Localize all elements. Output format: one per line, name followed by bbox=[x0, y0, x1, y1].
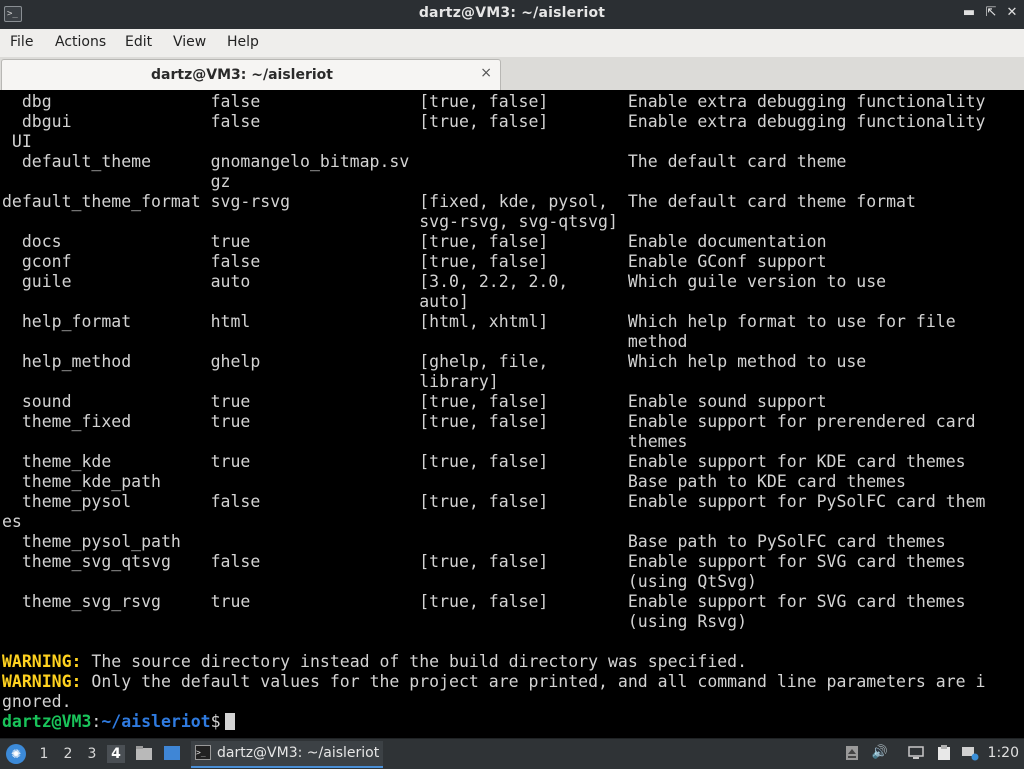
clock[interactable]: 1:20 bbox=[988, 745, 1019, 761]
workspace-3[interactable]: 3 bbox=[83, 745, 101, 763]
terminal-line: (using Rsvg) bbox=[2, 612, 748, 631]
terminal-line: default_theme_format svg-rsvg [fixed, kd… bbox=[2, 192, 916, 211]
terminal-line: theme_svg_qtsvg false [true, false] Enab… bbox=[2, 552, 966, 571]
restore-icon[interactable]: ⇱ bbox=[982, 4, 1000, 22]
close-window-icon[interactable]: ✕ bbox=[1003, 4, 1021, 22]
terminal-line: gz bbox=[2, 172, 231, 191]
terminal-line: theme_svg_rsvg true [true, false] Enable… bbox=[2, 592, 966, 611]
tab-bar: dartz@VM3: ~/aisleriot × bbox=[0, 57, 1024, 90]
warning-label: WARNING: bbox=[2, 652, 82, 671]
tab-label: dartz@VM3: ~/aisleriot bbox=[151, 67, 333, 83]
terminal-line: theme_kde_path Base path to KDE card the… bbox=[2, 472, 906, 491]
menu-actions[interactable]: Actions bbox=[55, 34, 106, 50]
menu-view[interactable]: View bbox=[173, 34, 206, 50]
terminal-line: sound true [true, false] Enable sound su… bbox=[2, 392, 827, 411]
menu-bar: File Actions Edit View Help bbox=[0, 29, 1024, 58]
terminal-line: dbgui false [true, false] Enable extra d… bbox=[2, 112, 986, 131]
warning-text: Only the default values for the project … bbox=[81, 672, 986, 691]
terminal-tab[interactable]: dartz@VM3: ~/aisleriot × bbox=[1, 59, 501, 90]
terminal-line: gconf false [true, false] Enable GConf s… bbox=[2, 252, 827, 271]
show-desktop-icon[interactable] bbox=[163, 745, 181, 761]
terminal-line: theme_kde true [true, false] Enable supp… bbox=[2, 452, 966, 471]
minimize-icon[interactable]: ▬ bbox=[960, 4, 978, 22]
workspace-4[interactable]: 4 bbox=[107, 745, 125, 763]
menu-help[interactable]: Help bbox=[227, 34, 259, 50]
warning-continuation: gnored. bbox=[2, 692, 72, 711]
update-notifier-icon[interactable] bbox=[961, 745, 979, 761]
warning-line: WARNING: Only the default values for the… bbox=[2, 672, 985, 692]
network-icon[interactable] bbox=[907, 745, 925, 761]
volume-icon[interactable]: 🔊 bbox=[871, 745, 889, 761]
prompt-path: ~/aisleriot bbox=[101, 712, 211, 731]
terminal-line: help_method ghelp [ghelp, file, Which he… bbox=[2, 352, 867, 371]
terminal-line: method bbox=[2, 332, 688, 351]
terminal-line: auto] bbox=[2, 292, 469, 311]
start-menu-icon[interactable]: ✺ bbox=[6, 744, 26, 764]
tab-close-icon[interactable]: × bbox=[480, 65, 492, 81]
terminal-line: theme_fixed true [true, false] Enable su… bbox=[2, 412, 976, 431]
menu-edit[interactable]: Edit bbox=[125, 34, 152, 50]
terminal-output[interactable]: dbg false [true, false] Enable extra deb… bbox=[0, 90, 1024, 738]
menu-file[interactable]: File bbox=[10, 34, 33, 50]
terminal-line: docs true [true, false] Enable documenta… bbox=[2, 232, 827, 251]
terminal-line: themes bbox=[2, 432, 688, 451]
text-cursor bbox=[224, 713, 235, 730]
terminal-line: library] bbox=[2, 372, 499, 391]
prompt-symbol: $ bbox=[210, 712, 221, 731]
terminal-line: help_format html [html, xhtml] Which hel… bbox=[2, 312, 956, 331]
task-label: dartz@VM3: ~/aisleriot bbox=[217, 745, 380, 761]
prompt-user: dartz@VM3 bbox=[2, 712, 92, 731]
warning-text: The source directory instead of the buil… bbox=[81, 652, 748, 671]
warning-line: WARNING: The source directory instead of… bbox=[2, 652, 747, 672]
terminal-line: theme_pysol false [true, false] Enable s… bbox=[2, 492, 986, 511]
eject-icon[interactable] bbox=[843, 745, 861, 761]
clipboard-icon[interactable] bbox=[935, 745, 953, 761]
window-titlebar[interactable]: >_ dartz@VM3: ~/aisleriot ▬ ⇱ ✕ bbox=[0, 0, 1024, 29]
terminal-line: svg-rsvg, svg-qtsvg] bbox=[2, 212, 618, 231]
taskbar: ✺ 1 2 3 4 >_ dartz@VM3: ~/aisleriot 🔊 1:… bbox=[0, 738, 1024, 769]
terminal-line: default_theme gnomangelo_bitmap.sv The d… bbox=[2, 152, 847, 171]
terminal-line: guile auto [3.0, 2.2, 2.0, Which guile v… bbox=[2, 272, 887, 291]
terminal-line: (using QtSvg) bbox=[2, 572, 757, 591]
taskbar-terminal-button[interactable]: >_ dartz@VM3: ~/aisleriot bbox=[191, 741, 383, 768]
window-title: dartz@VM3: ~/aisleriot bbox=[418, 5, 606, 21]
terminal-line: dbg false [true, false] Enable extra deb… bbox=[2, 92, 986, 111]
file-manager-icon[interactable] bbox=[135, 745, 153, 761]
workspace-1[interactable]: 1 bbox=[35, 745, 53, 763]
warning-label: WARNING: bbox=[2, 672, 82, 691]
shell-prompt[interactable]: dartz@VM3:~/aisleriot$ bbox=[2, 712, 235, 732]
prompt-separator: : bbox=[91, 712, 102, 731]
workspace-2[interactable]: 2 bbox=[59, 745, 77, 763]
terminal-line: UI bbox=[2, 132, 32, 151]
terminal-line: theme_pysol_path Base path to PySolFC ca… bbox=[2, 532, 946, 551]
terminal-task-icon: >_ bbox=[195, 745, 211, 760]
terminal-line: es bbox=[2, 512, 22, 531]
